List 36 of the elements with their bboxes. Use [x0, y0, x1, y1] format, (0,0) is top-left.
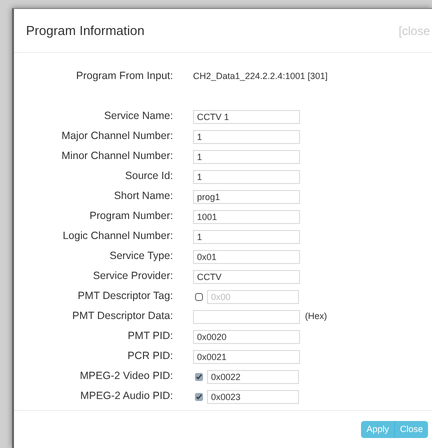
field-label: Service Type:: [108, 249, 174, 264]
field-label: Logic Channel Number:: [62, 229, 174, 244]
field-label: MPEG-2 Audio PID:: [79, 389, 174, 404]
field-label: Service Provider:: [92, 269, 174, 284]
input-field[interactable]: 1: [193, 230, 300, 244]
field-label: PMT Descriptor Tag:: [76, 289, 174, 304]
dialog-title: Program Information: [26, 22, 144, 40]
field-label: MPEG-2 Video PID:: [78, 369, 174, 384]
field-label: PCR PID:: [126, 349, 174, 364]
input-field[interactable]: 1: [193, 150, 300, 164]
field-label: Program Number:: [88, 209, 174, 224]
field-label: PMT Descriptor Data:: [71, 309, 174, 324]
checkbox[interactable]: [195, 393, 203, 401]
input-field[interactable]: prog1: [193, 190, 300, 204]
input-field[interactable]: 0x01: [193, 250, 300, 264]
field-label: Program From Input:: [75, 69, 174, 84]
input-field[interactable]: 1: [193, 130, 300, 144]
field-label: Minor Channel Number:: [60, 149, 174, 164]
input-field[interactable]: 0x0020: [193, 330, 300, 344]
checkbox[interactable]: [195, 373, 203, 381]
input-field[interactable]: 0x0021: [193, 350, 300, 364]
input-field[interactable]: 1001: [193, 210, 300, 224]
checkbox[interactable]: [195, 293, 203, 301]
field-label: Short Name:: [113, 189, 174, 204]
input-field[interactable]: [193, 310, 300, 324]
input-field[interactable]: CCTV: [193, 270, 300, 284]
input-field[interactable]: 0x0023: [207, 390, 299, 404]
input-field[interactable]: 1: [193, 170, 300, 184]
unit-label: (Hex): [305, 310, 327, 324]
input-field[interactable]: CCTV 1: [193, 110, 300, 124]
input-field[interactable]: 0x0022: [207, 370, 299, 384]
field-label: Source Id:: [124, 169, 174, 184]
source-value: CH2_Data1_224.2.2.4:1001 [301]: [193, 70, 328, 84]
field-label: Service Name:: [103, 109, 174, 124]
field-label: Major Channel Number:: [60, 129, 174, 144]
field-label: PMT PID:: [126, 329, 174, 344]
